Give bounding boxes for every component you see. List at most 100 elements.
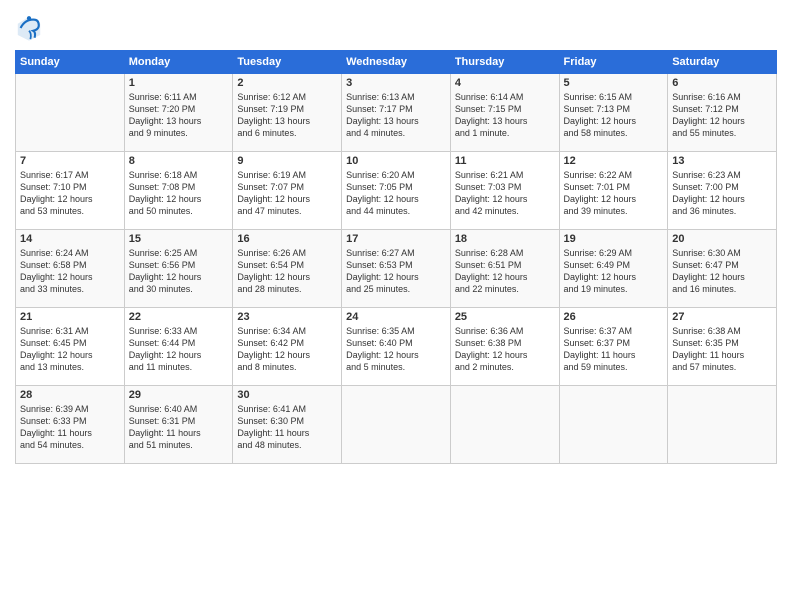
day-cell	[16, 74, 125, 152]
day-number: 20	[672, 233, 772, 245]
logo-icon	[15, 14, 43, 42]
day-number: 28	[20, 389, 120, 401]
day-cell: 12 Sunrise: 6:22 AMSunset: 7:01 PMDayligh…	[559, 152, 668, 230]
day-cell: 8 Sunrise: 6:18 AMSunset: 7:08 PMDaylight…	[124, 152, 233, 230]
day-number: 23	[237, 311, 337, 323]
day-number: 12	[564, 155, 664, 167]
day-number: 16	[237, 233, 337, 245]
day-info: Sunrise: 6:27 AMSunset: 6:53 PMDaylight:…	[346, 247, 446, 296]
day-number: 1	[129, 77, 229, 89]
day-number: 21	[20, 311, 120, 323]
day-cell: 23 Sunrise: 6:34 AMSunset: 6:42 PMDayligh…	[233, 308, 342, 386]
header-row: SundayMondayTuesdayWednesdayThursdayFrid…	[16, 51, 777, 74]
day-info: Sunrise: 6:37 AMSunset: 6:37 PMDaylight:…	[564, 325, 664, 374]
day-cell	[559, 386, 668, 464]
day-info: Sunrise: 6:15 AMSunset: 7:13 PMDaylight:…	[564, 91, 664, 140]
day-cell: 19 Sunrise: 6:29 AMSunset: 6:49 PMDayligh…	[559, 230, 668, 308]
day-number: 5	[564, 77, 664, 89]
week-row-5: 28 Sunrise: 6:39 AMSunset: 6:33 PMDayligh…	[16, 386, 777, 464]
day-cell: 16 Sunrise: 6:26 AMSunset: 6:54 PMDayligh…	[233, 230, 342, 308]
day-cell: 9 Sunrise: 6:19 AMSunset: 7:07 PMDaylight…	[233, 152, 342, 230]
day-cell: 28 Sunrise: 6:39 AMSunset: 6:33 PMDayligh…	[16, 386, 125, 464]
day-info: Sunrise: 6:40 AMSunset: 6:31 PMDaylight:…	[129, 403, 229, 452]
day-info: Sunrise: 6:35 AMSunset: 6:40 PMDaylight:…	[346, 325, 446, 374]
day-cell: 2Sunrise: 6:12 AMSunset: 7:19 PMDaylight…	[233, 74, 342, 152]
day-cell: 30 Sunrise: 6:41 AMSunset: 6:30 PMDayligh…	[233, 386, 342, 464]
day-cell: 27Sunrise: 6:38 AMSunset: 6:35 PMDayligh…	[668, 308, 777, 386]
day-cell: 29 Sunrise: 6:40 AMSunset: 6:31 PMDayligh…	[124, 386, 233, 464]
day-number: 22	[129, 311, 229, 323]
col-header-saturday: Saturday	[668, 51, 777, 74]
day-cell: 6Sunrise: 6:16 AMSunset: 7:12 PMDaylight…	[668, 74, 777, 152]
day-cell: 3 Sunrise: 6:13 AMSunset: 7:17 PMDaylight…	[342, 74, 451, 152]
day-info: Sunrise: 6:28 AMSunset: 6:51 PMDaylight:…	[455, 247, 555, 296]
day-number: 11	[455, 155, 555, 167]
day-number: 24	[346, 311, 446, 323]
day-cell: 7 Sunrise: 6:17 AMSunset: 7:10 PMDaylight…	[16, 152, 125, 230]
day-info: Sunrise: 6:22 AMSunset: 7:01 PMDaylight:…	[564, 169, 664, 218]
day-cell: 21 Sunrise: 6:31 AMSunset: 6:45 PMDayligh…	[16, 308, 125, 386]
col-header-monday: Monday	[124, 51, 233, 74]
week-row-3: 14 Sunrise: 6:24 AMSunset: 6:58 PMDayligh…	[16, 230, 777, 308]
day-cell: 24 Sunrise: 6:35 AMSunset: 6:40 PMDayligh…	[342, 308, 451, 386]
day-number: 13	[672, 155, 772, 167]
day-number: 29	[129, 389, 229, 401]
day-number: 10	[346, 155, 446, 167]
day-info: Sunrise: 6:29 AMSunset: 6:49 PMDaylight:…	[564, 247, 664, 296]
week-row-2: 7 Sunrise: 6:17 AMSunset: 7:10 PMDaylight…	[16, 152, 777, 230]
day-number: 17	[346, 233, 446, 245]
col-header-sunday: Sunday	[16, 51, 125, 74]
day-cell: 4 Sunrise: 6:14 AMSunset: 7:15 PMDaylight…	[450, 74, 559, 152]
day-number: 4	[455, 77, 555, 89]
day-number: 8	[129, 155, 229, 167]
day-info: Sunrise: 6:11 AMSunset: 7:20 PMDaylight:…	[129, 91, 229, 140]
day-info: Sunrise: 6:12 AMSunset: 7:19 PMDaylight:…	[237, 91, 337, 140]
page: SundayMondayTuesdayWednesdayThursdayFrid…	[0, 0, 792, 612]
day-info: Sunrise: 6:19 AMSunset: 7:07 PMDaylight:…	[237, 169, 337, 218]
logo	[15, 14, 47, 42]
day-info: Sunrise: 6:39 AMSunset: 6:33 PMDaylight:…	[20, 403, 120, 452]
day-info: Sunrise: 6:34 AMSunset: 6:42 PMDaylight:…	[237, 325, 337, 374]
day-cell: 15Sunrise: 6:25 AMSunset: 6:56 PMDayligh…	[124, 230, 233, 308]
col-header-thursday: Thursday	[450, 51, 559, 74]
day-info: Sunrise: 6:24 AMSunset: 6:58 PMDaylight:…	[20, 247, 120, 296]
day-number: 19	[564, 233, 664, 245]
day-info: Sunrise: 6:30 AMSunset: 6:47 PMDaylight:…	[672, 247, 772, 296]
day-info: Sunrise: 6:14 AMSunset: 7:15 PMDaylight:…	[455, 91, 555, 140]
day-cell: 1 Sunrise: 6:11 AMSunset: 7:20 PMDaylight…	[124, 74, 233, 152]
day-cell: 5 Sunrise: 6:15 AMSunset: 7:13 PMDaylight…	[559, 74, 668, 152]
col-header-tuesday: Tuesday	[233, 51, 342, 74]
day-number: 9	[237, 155, 337, 167]
day-info: Sunrise: 6:13 AMSunset: 7:17 PMDaylight:…	[346, 91, 446, 140]
day-number: 14	[20, 233, 120, 245]
day-cell: 20 Sunrise: 6:30 AMSunset: 6:47 PMDayligh…	[668, 230, 777, 308]
day-number: 25	[455, 311, 555, 323]
header	[15, 10, 777, 42]
day-info: Sunrise: 6:33 AMSunset: 6:44 PMDaylight:…	[129, 325, 229, 374]
week-row-1: 1 Sunrise: 6:11 AMSunset: 7:20 PMDaylight…	[16, 74, 777, 152]
day-info: Sunrise: 6:21 AMSunset: 7:03 PMDaylight:…	[455, 169, 555, 218]
day-number: 30	[237, 389, 337, 401]
day-number: 7	[20, 155, 120, 167]
week-row-4: 21 Sunrise: 6:31 AMSunset: 6:45 PMDayligh…	[16, 308, 777, 386]
day-cell: 25Sunrise: 6:36 AMSunset: 6:38 PMDayligh…	[450, 308, 559, 386]
day-number: 26	[564, 311, 664, 323]
day-info: Sunrise: 6:18 AMSunset: 7:08 PMDaylight:…	[129, 169, 229, 218]
day-info: Sunrise: 6:20 AMSunset: 7:05 PMDaylight:…	[346, 169, 446, 218]
day-info: Sunrise: 6:16 AMSunset: 7:12 PMDaylight:…	[672, 91, 772, 140]
day-number: 18	[455, 233, 555, 245]
day-cell	[450, 386, 559, 464]
col-header-wednesday: Wednesday	[342, 51, 451, 74]
day-info: Sunrise: 6:41 AMSunset: 6:30 PMDaylight:…	[237, 403, 337, 452]
day-info: Sunrise: 6:17 AMSunset: 7:10 PMDaylight:…	[20, 169, 120, 218]
day-info: Sunrise: 6:26 AMSunset: 6:54 PMDaylight:…	[237, 247, 337, 296]
day-cell: 10 Sunrise: 6:20 AMSunset: 7:05 PMDayligh…	[342, 152, 451, 230]
day-info: Sunrise: 6:38 AMSunset: 6:35 PMDaylight:…	[672, 325, 772, 374]
day-cell	[342, 386, 451, 464]
day-number: 15	[129, 233, 229, 245]
day-cell	[668, 386, 777, 464]
day-cell: 22 Sunrise: 6:33 AMSunset: 6:44 PMDayligh…	[124, 308, 233, 386]
day-cell: 17 Sunrise: 6:27 AMSunset: 6:53 PMDayligh…	[342, 230, 451, 308]
day-number: 3	[346, 77, 446, 89]
day-info: Sunrise: 6:31 AMSunset: 6:45 PMDaylight:…	[20, 325, 120, 374]
